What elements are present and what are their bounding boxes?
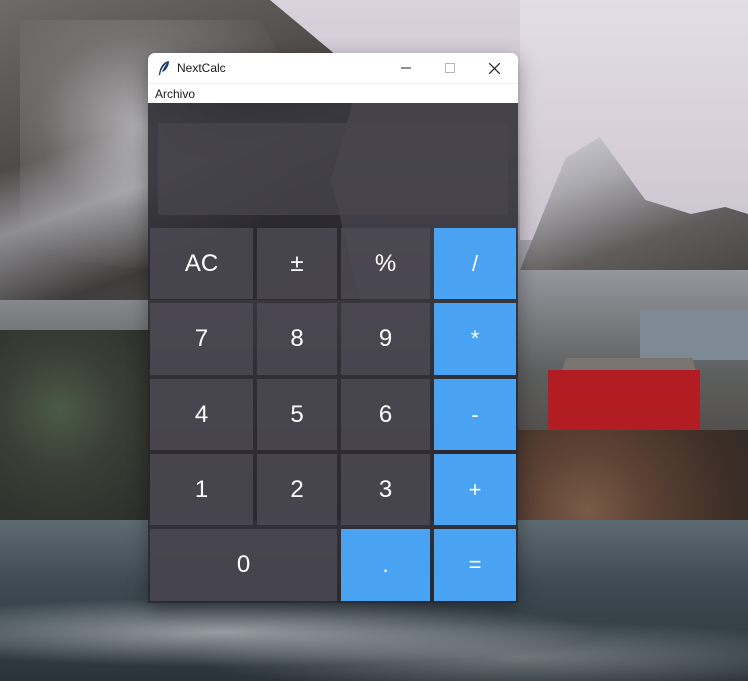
- decimal-button[interactable]: .: [341, 529, 430, 601]
- calculator-window: NextCalc Archivo AC ± % / 7 8 9 * 4 5 6 …: [148, 53, 518, 603]
- menu-item-archivo[interactable]: Archivo: [155, 87, 195, 101]
- wallpaper-foam: [0, 600, 748, 681]
- multiply-button[interactable]: *: [434, 303, 516, 375]
- close-button[interactable]: [472, 53, 516, 83]
- digit-5-button[interactable]: 5: [257, 379, 337, 450]
- desktop-wallpaper: NextCalc Archivo AC ± % / 7 8 9 * 4 5 6 …: [0, 0, 748, 681]
- digit-1-button[interactable]: 1: [150, 454, 253, 525]
- digit-0-button[interactable]: 0: [150, 529, 337, 601]
- minus-button[interactable]: -: [434, 379, 516, 450]
- digit-4-button[interactable]: 4: [150, 379, 253, 450]
- minimize-button[interactable]: [384, 53, 428, 83]
- divide-button[interactable]: /: [434, 228, 516, 299]
- feather-icon: [157, 60, 171, 76]
- digit-2-button[interactable]: 2: [257, 454, 337, 525]
- equals-button[interactable]: =: [434, 529, 516, 601]
- digit-6-button[interactable]: 6: [341, 379, 430, 450]
- sign-toggle-button[interactable]: ±: [257, 228, 337, 299]
- clear-button[interactable]: AC: [150, 228, 253, 299]
- digit-8-button[interactable]: 8: [257, 303, 337, 375]
- maximize-icon: [445, 63, 455, 73]
- menu-bar: Archivo: [148, 83, 518, 103]
- percent-button[interactable]: %: [341, 228, 430, 299]
- digit-7-button[interactable]: 7: [150, 303, 253, 375]
- maximize-button[interactable]: [428, 53, 472, 83]
- title-bar[interactable]: NextCalc: [148, 53, 518, 83]
- calculator-display: [158, 123, 508, 215]
- close-icon: [488, 62, 500, 74]
- digit-9-button[interactable]: 9: [341, 303, 430, 375]
- plus-button[interactable]: +: [434, 454, 516, 525]
- window-title: NextCalc: [177, 61, 226, 75]
- wallpaper-rocks-left: [0, 330, 150, 530]
- digit-3-button[interactable]: 3: [341, 454, 430, 525]
- minimize-icon: [401, 67, 411, 69]
- wallpaper-water: [640, 310, 748, 360]
- calculator-body: AC ± % / 7 8 9 * 4 5 6 - 1 2 3 + 0 . =: [148, 103, 518, 603]
- wallpaper-house: [548, 370, 700, 430]
